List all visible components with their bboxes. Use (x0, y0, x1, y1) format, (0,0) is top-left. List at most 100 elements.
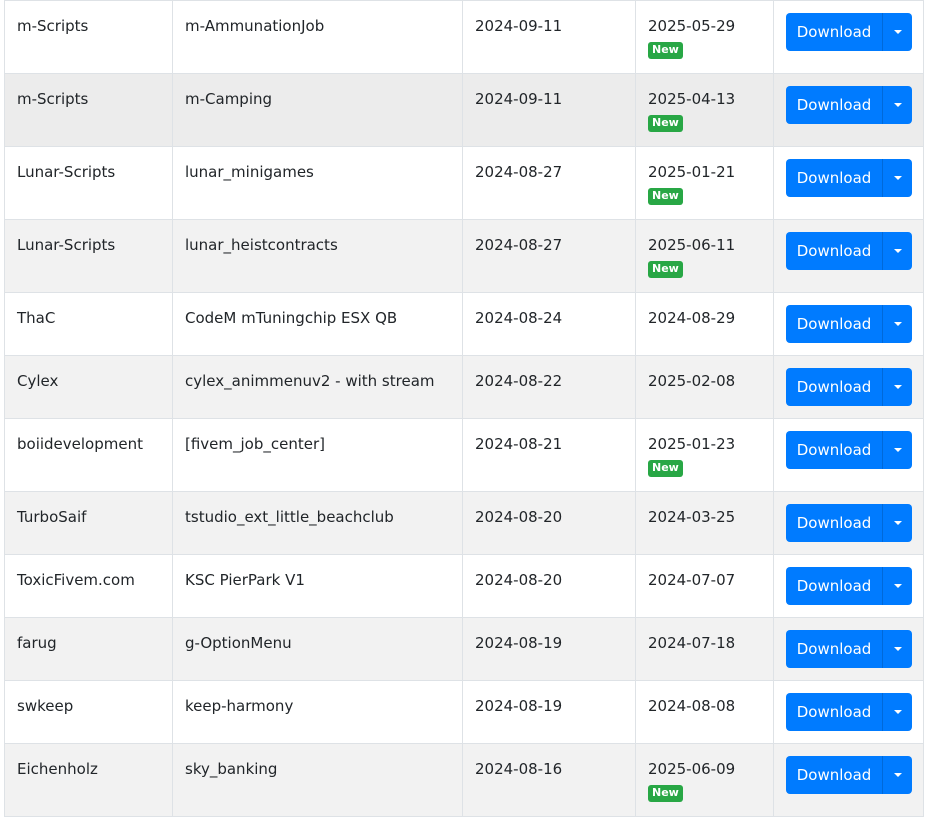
download-dropdown-toggle[interactable] (882, 756, 912, 794)
action-cell: Download (773, 418, 924, 492)
author-cell: ThaC (4, 292, 173, 356)
action-cell: Download (773, 491, 924, 555)
download-dropdown-toggle[interactable] (882, 504, 912, 542)
updated-date-text: 2025-01-23 (648, 435, 736, 453)
download-button[interactable]: Download (786, 504, 882, 542)
updated-date-cell: 2025-01-21 New (635, 146, 774, 220)
table-row: Lunar-Scripts lunar_heistcontracts 2024-08… (4, 219, 924, 293)
updated-date-cell: 2025-06-09 New (635, 743, 774, 817)
resource-name-cell: cylex_animmenuv2 - with stream (172, 355, 463, 419)
download-button-group: Download (786, 756, 912, 794)
new-badge: New (648, 115, 683, 132)
author-text: swkeep (17, 697, 74, 715)
updated-date-text: 2024-07-07 (648, 571, 736, 589)
download-button[interactable]: Download (786, 159, 882, 197)
caret-down-icon (893, 176, 902, 180)
download-dropdown-toggle[interactable] (882, 567, 912, 605)
caret-down-icon (893, 322, 902, 326)
author-text: farug (17, 634, 57, 652)
table-row: boiidevelopment [fivem_job_center] 2024-08… (4, 418, 924, 492)
caret-down-icon (893, 448, 902, 452)
download-dropdown-toggle[interactable] (882, 693, 912, 731)
table-row: Eichenholz sky_banking 2024-08-16 2025-06-0… (4, 743, 924, 817)
created-date-cell: 2024-09-11 (462, 0, 636, 74)
resource-name-text: [fivem_job_center] (185, 435, 325, 453)
created-date-cell: 2024-08-19 (462, 617, 636, 681)
resource-name-cell: keep-harmony (172, 680, 463, 744)
updated-date-cell: 2025-04-13 New (635, 73, 774, 147)
created-date-text: 2024-08-20 (475, 508, 563, 526)
download-button[interactable]: Download (786, 13, 882, 51)
download-dropdown-toggle[interactable] (882, 159, 912, 197)
resource-name-text: cylex_animmenuv2 - with stream (185, 372, 435, 390)
resource-name-text: m-Camping (185, 90, 273, 108)
download-button-group: Download (786, 630, 912, 668)
updated-date-text: 2025-04-13 (648, 90, 736, 108)
action-cell: Download (773, 146, 924, 220)
created-date-cell: 2024-08-22 (462, 355, 636, 419)
author-text: ThaC (17, 309, 56, 327)
updated-date-cell: 2024-07-18 (635, 617, 774, 681)
author-text: Lunar-Scripts (17, 236, 116, 254)
author-cell: swkeep (4, 680, 173, 744)
action-cell: Download (773, 0, 924, 74)
author-text: Lunar-Scripts (17, 163, 116, 181)
created-date-text: 2024-08-19 (475, 634, 563, 652)
caret-down-icon (893, 249, 902, 253)
resource-name-text: lunar_minigames (185, 163, 314, 181)
download-button-group: Download (786, 305, 912, 343)
updated-date-text: 2024-03-25 (648, 508, 736, 526)
author-text: boiidevelopment (17, 435, 143, 453)
author-text: Eichenholz (17, 760, 98, 778)
resources-table-body: m-Scripts m-AmmunationJob 2024-09-11 2025-0… (4, 0, 924, 817)
author-cell: m-Scripts (4, 73, 173, 147)
updated-date-text: 2025-06-09 (648, 760, 736, 778)
created-date-cell: 2024-08-21 (462, 418, 636, 492)
download-dropdown-toggle[interactable] (882, 13, 912, 51)
table-row: Lunar-Scripts lunar_minigames 2024-08-27 20… (4, 146, 924, 220)
resources-table: m-Scripts m-AmmunationJob 2024-09-11 2025-0… (4, 0, 924, 817)
download-dropdown-toggle[interactable] (882, 368, 912, 406)
created-date-cell: 2024-08-20 (462, 554, 636, 618)
resource-name-cell: sky_banking (172, 743, 463, 817)
download-button-group: Download (786, 567, 912, 605)
download-button[interactable]: Download (786, 86, 882, 124)
download-dropdown-toggle[interactable] (882, 232, 912, 270)
author-cell: ToxicFivem.com (4, 554, 173, 618)
action-cell: Download (773, 680, 924, 744)
download-button[interactable]: Download (786, 630, 882, 668)
download-button-group: Download (786, 431, 912, 469)
author-cell: TurboSaif (4, 491, 173, 555)
author-cell: Eichenholz (4, 743, 173, 817)
download-button[interactable]: Download (786, 305, 882, 343)
created-date-text: 2024-08-19 (475, 697, 563, 715)
updated-date-cell: 2024-08-29 (635, 292, 774, 356)
caret-down-icon (893, 521, 902, 525)
resource-name-cell: lunar_heistcontracts (172, 219, 463, 293)
updated-date-cell: 2024-07-07 (635, 554, 774, 618)
download-button[interactable]: Download (786, 232, 882, 270)
download-dropdown-toggle[interactable] (882, 630, 912, 668)
resource-name-cell: CodeM mTuningchip ESX QB (172, 292, 463, 356)
action-cell: Download (773, 743, 924, 817)
download-button[interactable]: Download (786, 368, 882, 406)
download-button[interactable]: Download (786, 567, 882, 605)
created-date-text: 2024-08-20 (475, 571, 563, 589)
download-button[interactable]: Download (786, 693, 882, 731)
created-date-text: 2024-08-24 (475, 309, 563, 327)
download-button[interactable]: Download (786, 756, 882, 794)
created-date-text: 2024-08-22 (475, 372, 563, 390)
author-text: ToxicFivem.com (17, 571, 135, 589)
resource-name-cell: g-OptionMenu (172, 617, 463, 681)
action-cell: Download (773, 292, 924, 356)
created-date-cell: 2024-08-20 (462, 491, 636, 555)
updated-date-cell: 2025-02-08 (635, 355, 774, 419)
download-button[interactable]: Download (786, 431, 882, 469)
created-date-cell: 2024-08-27 (462, 219, 636, 293)
download-dropdown-toggle[interactable] (882, 305, 912, 343)
created-date-cell: 2024-08-16 (462, 743, 636, 817)
download-dropdown-toggle[interactable] (882, 86, 912, 124)
author-text: m-Scripts (17, 17, 89, 35)
download-dropdown-toggle[interactable] (882, 431, 912, 469)
table-row: m-Scripts m-AmmunationJob 2024-09-11 2025-0… (4, 0, 924, 74)
